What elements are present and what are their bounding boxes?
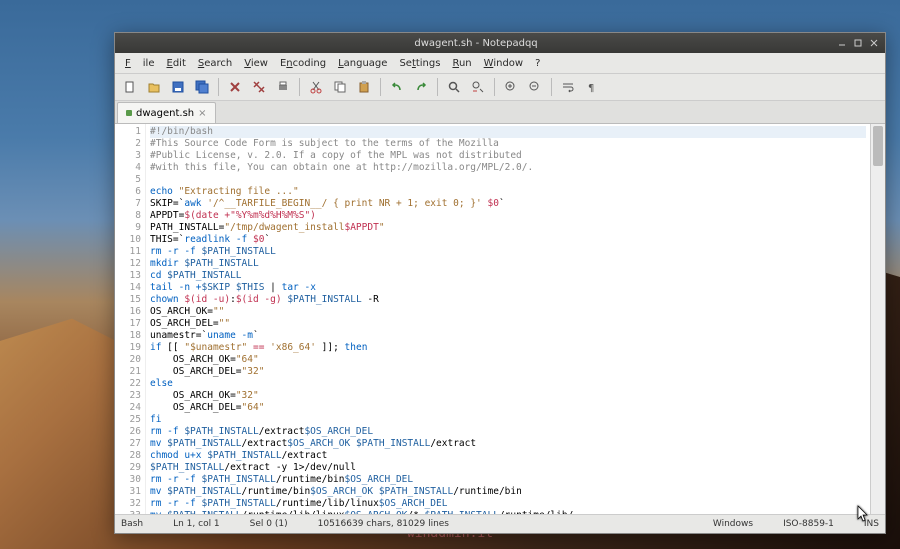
code-line[interactable]: rm -r -f $PATH_INSTALL/runtime/lib/linux…	[150, 498, 866, 510]
tab-label: dwagent.sh	[136, 108, 194, 119]
menu-window[interactable]: Window	[478, 58, 529, 69]
code-line[interactable]: OS_ARCH_DEL="64"	[150, 402, 866, 414]
code-line[interactable]: mkdir $PATH_INSTALL	[150, 258, 866, 270]
notepadqq-window: dwagent.sh - Notepadqq File Edit Search …	[114, 32, 886, 534]
code-line[interactable]: #Public License, v. 2.0. If a copy of th…	[150, 150, 866, 162]
minimize-button[interactable]	[835, 36, 849, 50]
redo-button[interactable]	[410, 76, 432, 98]
show-symbols-button[interactable]: ¶	[581, 76, 603, 98]
menubar: File Edit Search View Encoding Language …	[115, 53, 885, 74]
toolbar-separator	[299, 78, 300, 96]
status-bar: Bash Ln 1, col 1 Sel 0 (1) 10516639 char…	[115, 514, 885, 533]
close-all-button[interactable]	[248, 76, 270, 98]
toolbar-separator	[380, 78, 381, 96]
tab-modified-icon	[126, 110, 132, 116]
code-line[interactable]: OS_ARCH_OK=""	[150, 306, 866, 318]
code-line[interactable]: rm -r -f $PATH_INSTALL	[150, 246, 866, 258]
mouse-cursor-icon	[856, 505, 870, 527]
code-line[interactable]: else	[150, 378, 866, 390]
new-file-button[interactable]	[119, 76, 141, 98]
menu-run[interactable]: Run	[446, 58, 477, 69]
zoom-out-button[interactable]	[524, 76, 546, 98]
code-line[interactable]: chmod u+x $PATH_INSTALL/extract	[150, 450, 866, 462]
replace-button[interactable]	[467, 76, 489, 98]
line-number-gutter: 1 2 3 4 5 6 7 8 9 10 11 12 13 14 15 16 1…	[115, 124, 146, 514]
paste-button[interactable]	[353, 76, 375, 98]
tab-bar: dwagent.sh ×	[115, 101, 885, 124]
desktop: winadmin.it dwagent.sh - Notepadqq File …	[0, 0, 900, 549]
toolbar-separator	[218, 78, 219, 96]
code-line[interactable]: mv $PATH_INSTALL/extract$OS_ARCH_OK $PAT…	[150, 438, 866, 450]
code-line[interactable]: OS_ARCH_DEL=""	[150, 318, 866, 330]
toolbar-separator	[437, 78, 438, 96]
editor[interactable]: 1 2 3 4 5 6 7 8 9 10 11 12 13 14 15 16 1…	[115, 124, 885, 514]
code-line[interactable]: SKIP=`awk '/^__TARFILE_BEGIN__/ { print …	[150, 198, 866, 210]
toolbar-separator	[551, 78, 552, 96]
print-button[interactable]	[272, 76, 294, 98]
menu-edit[interactable]: Edit	[160, 58, 191, 69]
code-area[interactable]: #!/bin/bash#This Source Code Form is sub…	[146, 124, 870, 514]
word-wrap-button[interactable]	[557, 76, 579, 98]
menu-encoding[interactable]: Encoding	[274, 58, 332, 69]
find-button[interactable]	[443, 76, 465, 98]
status-selection: Sel 0 (1)	[250, 519, 288, 529]
code-line[interactable]: if [[ "$unamestr" == 'x86_64' ]]; then	[150, 342, 866, 354]
menu-file[interactable]: File	[119, 58, 160, 69]
save-all-button[interactable]	[191, 76, 213, 98]
code-line[interactable]: #This Source Code Form is subject to the…	[150, 138, 866, 150]
status-position: Ln 1, col 1	[173, 519, 220, 529]
code-line[interactable]: OS_ARCH_DEL="32"	[150, 366, 866, 378]
scrollbar-thumb[interactable]	[873, 126, 883, 166]
svg-text:¶: ¶	[588, 83, 594, 94]
code-line[interactable]: fi	[150, 414, 866, 426]
vertical-scrollbar[interactable]	[870, 124, 885, 514]
status-encoding: ISO-8859-1	[783, 519, 834, 529]
code-line[interactable]: rm -f $PATH_INSTALL/extract$OS_ARCH_DEL	[150, 426, 866, 438]
code-line[interactable]: THIS=`readlink -f $0`	[150, 234, 866, 246]
status-chars: 10516639 chars, 81029 lines	[318, 519, 449, 529]
code-line[interactable]: mv $PATH_INSTALL/runtime/bin$OS_ARCH_OK …	[150, 486, 866, 498]
save-button[interactable]	[167, 76, 189, 98]
code-line[interactable]: chown $(id -u):$(id -g) $PATH_INSTALL -R	[150, 294, 866, 306]
cut-button[interactable]	[305, 76, 327, 98]
menu-language[interactable]: Language	[332, 58, 393, 69]
menu-settings[interactable]: Settings	[393, 58, 446, 69]
menu-view[interactable]: View	[238, 58, 274, 69]
titlebar[interactable]: dwagent.sh - Notepadqq	[115, 33, 885, 53]
code-line[interactable]: mv $PATH_INSTALL/runtime/lib/linux$OS_AR…	[150, 510, 866, 514]
open-file-button[interactable]	[143, 76, 165, 98]
close-file-button[interactable]	[224, 76, 246, 98]
tab-close-icon[interactable]: ×	[198, 108, 206, 119]
tab-dwagent[interactable]: dwagent.sh ×	[117, 102, 216, 123]
maximize-button[interactable]	[851, 36, 865, 50]
code-line[interactable]: #with this file, You can obtain one at h…	[150, 162, 866, 174]
status-language: Bash	[121, 519, 143, 529]
code-line[interactable]: unamestr=`uname -m`	[150, 330, 866, 342]
undo-button[interactable]	[386, 76, 408, 98]
close-button[interactable]	[867, 36, 881, 50]
menu-search[interactable]: Search	[192, 58, 238, 69]
code-line[interactable]: OS_ARCH_OK="32"	[150, 390, 866, 402]
code-line[interactable]: APPDT=$(date +"%Y%m%d%H%M%S")	[150, 210, 866, 222]
code-line[interactable]: #!/bin/bash	[150, 126, 866, 138]
code-line[interactable]: OS_ARCH_OK="64"	[150, 354, 866, 366]
toolbar-separator	[494, 78, 495, 96]
code-line[interactable]: cd $PATH_INSTALL	[150, 270, 866, 282]
window-title: dwagent.sh - Notepadqq	[119, 38, 833, 49]
code-line[interactable]	[150, 174, 866, 186]
code-line[interactable]: tail -n +$SKIP $THIS | tar -x	[150, 282, 866, 294]
code-line[interactable]: rm -r -f $PATH_INSTALL/runtime/bin$OS_AR…	[150, 474, 866, 486]
toolbar: ¶	[115, 74, 885, 101]
code-line[interactable]: PATH_INSTALL="/tmp/dwagent_install$APPDT…	[150, 222, 866, 234]
code-line[interactable]: echo "Extracting file ..."	[150, 186, 866, 198]
copy-button[interactable]	[329, 76, 351, 98]
zoom-in-button[interactable]	[500, 76, 522, 98]
menu-help[interactable]: ?	[529, 58, 546, 69]
status-eol: Windows	[713, 519, 753, 529]
code-line[interactable]: $PATH_INSTALL/extract -y 1>/dev/null	[150, 462, 866, 474]
